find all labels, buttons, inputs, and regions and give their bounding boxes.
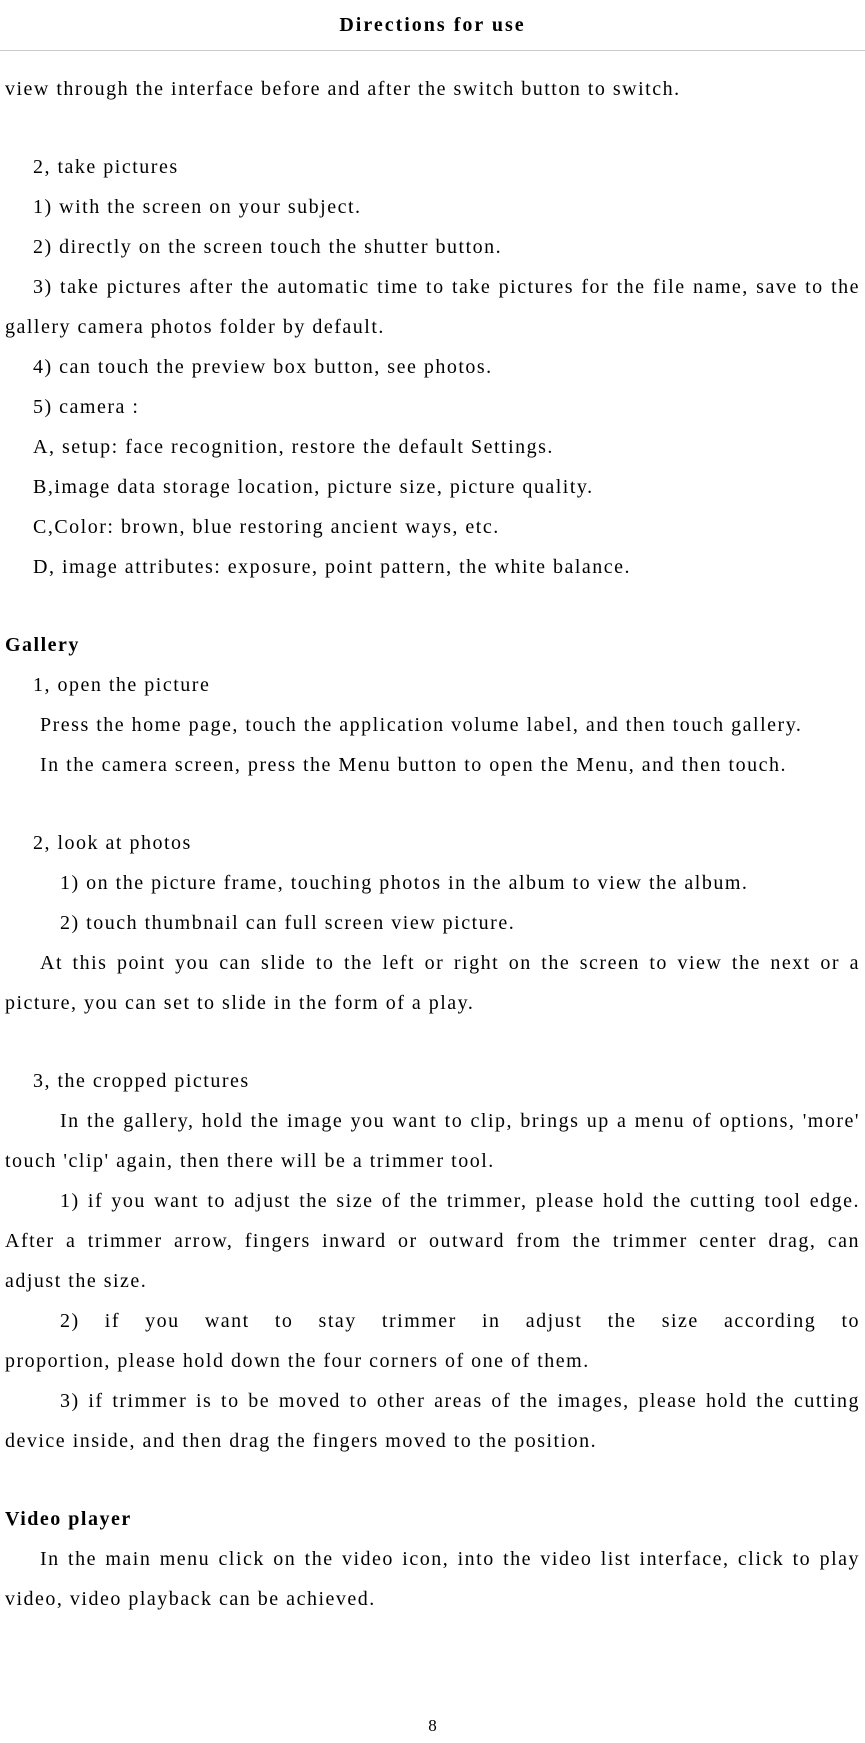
blank-space-5: [5, 1461, 860, 1499]
sec2-item2: 2) directly on the screen touch the shut…: [5, 227, 860, 267]
sec2-c: C,Color: brown, blue restoring ancient w…: [5, 507, 860, 547]
sec2-title: 2, take pictures: [5, 147, 860, 187]
g3-title: 3, the cropped pictures: [5, 1061, 860, 1101]
g3-item2-line1: 2) if you want to stay trimmer in adjust…: [5, 1301, 860, 1341]
page-number: 8: [0, 1709, 865, 1743]
g1-title: 1, open the picture: [5, 665, 860, 705]
blank-space-3: [5, 785, 860, 823]
vp-para: In the main menu click on the video icon…: [5, 1539, 860, 1619]
g3-para: In the gallery, hold the image you want …: [5, 1101, 860, 1181]
page-header: Directions for use: [0, 0, 865, 51]
g2-item2: 2) touch thumbnail can full screen view …: [5, 903, 860, 943]
blank-space-4: [5, 1023, 860, 1061]
g1-p1: Press the home page, touch the applicati…: [5, 705, 860, 745]
g2-para: At this point you can slide to the left …: [5, 943, 860, 1023]
sec2-b: B,image data storage location, picture s…: [5, 467, 860, 507]
document-body: view through the interface before and af…: [0, 69, 865, 1619]
videoplayer-heading: Video player: [5, 1499, 860, 1539]
g3-item1: 1) if you want to adjust the size of the…: [5, 1181, 860, 1301]
sec2-a: A, setup: face recognition, restore the …: [5, 427, 860, 467]
sec2-d: D, image attributes: exposure, point pat…: [5, 547, 860, 587]
blank-space-2: [5, 587, 860, 625]
g3-item3: 3) if trimmer is to be moved to other ar…: [5, 1381, 860, 1461]
g2-title: 2, look at photos: [5, 823, 860, 863]
header-title: Directions for use: [339, 14, 525, 36]
g2-item1: 1) on the picture frame, touching photos…: [5, 863, 860, 903]
blank-space: [5, 109, 860, 147]
intro-line: view through the interface before and af…: [5, 69, 860, 109]
sec2-item1: 1) with the screen on your subject.: [5, 187, 860, 227]
g1-p2: In the camera screen, press the Menu but…: [5, 745, 860, 785]
sec2-item3: 3) take pictures after the automatic tim…: [5, 267, 860, 347]
sec2-item5: 5) camera :: [5, 387, 860, 427]
sec2-item4: 4) can touch the preview box button, see…: [5, 347, 860, 387]
g3-item2-line2: proportion, please hold down the four co…: [5, 1341, 860, 1381]
gallery-heading: Gallery: [5, 625, 860, 665]
